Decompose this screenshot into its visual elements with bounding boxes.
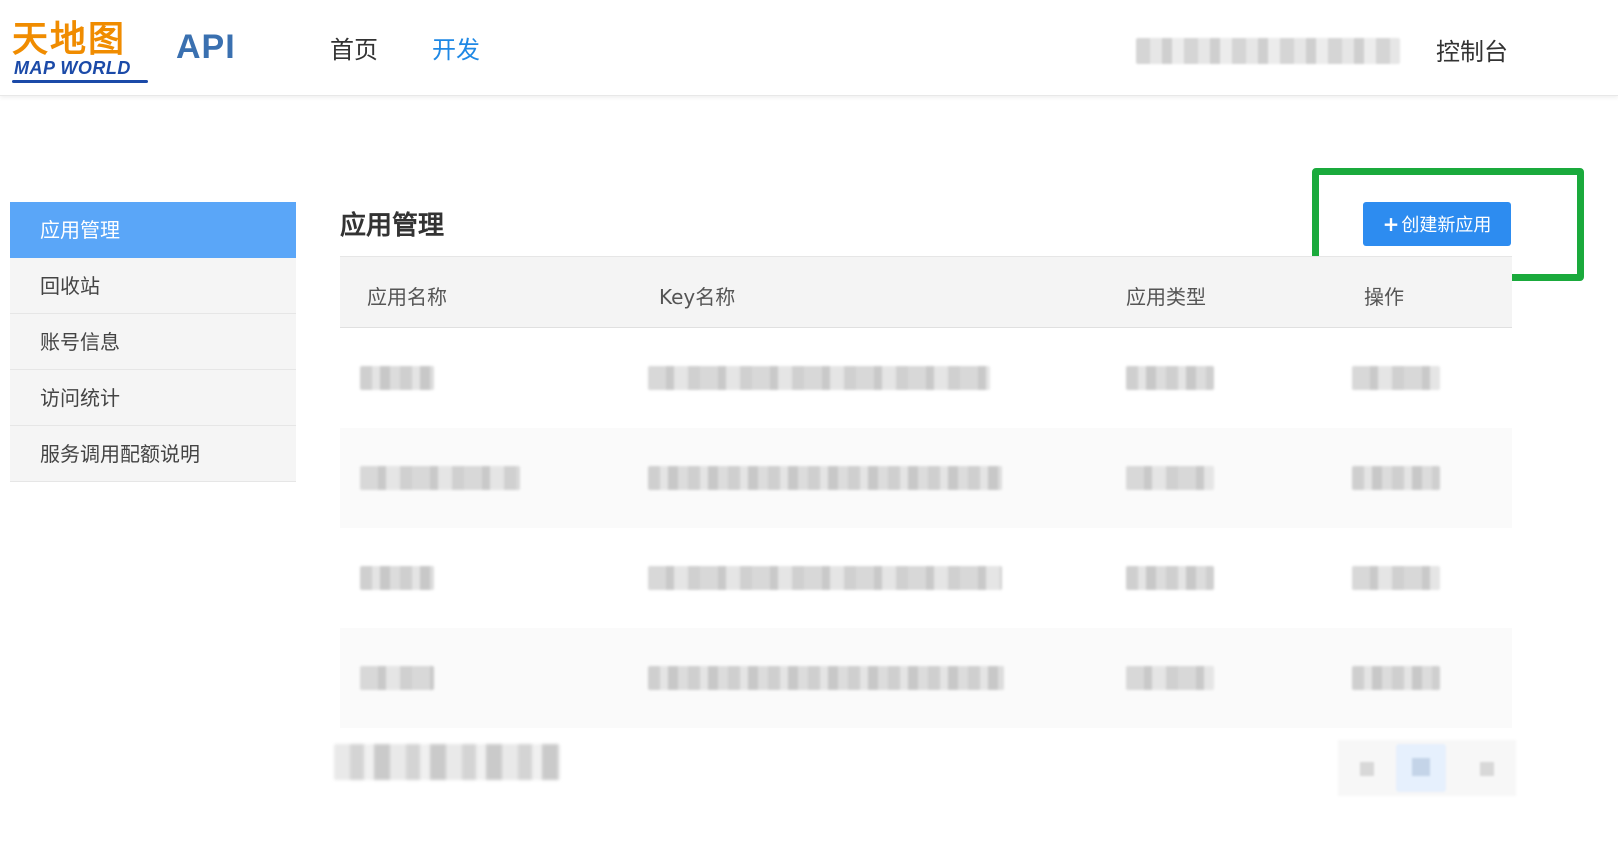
pagination-controls — [1338, 740, 1516, 796]
plus-icon: + — [1382, 212, 1400, 236]
logo-swoosh — [12, 80, 148, 83]
logo-chinese-text: 天地图 — [12, 18, 127, 60]
actions-redacted[interactable] — [1352, 666, 1440, 690]
actions-redacted[interactable] — [1352, 466, 1440, 490]
table-row — [340, 528, 1512, 628]
app-type-redacted — [1126, 466, 1214, 490]
actions-redacted[interactable] — [1352, 366, 1440, 390]
nav-console[interactable]: 控制台 — [1436, 32, 1508, 67]
app-name-redacted — [360, 466, 520, 490]
sidebar: 应用管理 回收站 账号信息 访问统计 服务调用配额说明 — [10, 202, 296, 482]
app-name-redacted — [360, 666, 434, 690]
table-row — [340, 428, 1512, 528]
key-redacted — [648, 466, 1002, 490]
column-header-app-name: 应用名称 — [367, 285, 447, 309]
nav-home[interactable]: 首页 — [330, 30, 378, 65]
logo-english-text: MAP WORLD — [14, 58, 131, 78]
sidebar-item-quota-info[interactable]: 服务调用配额说明 — [10, 426, 296, 482]
nav-develop[interactable]: 开发 — [432, 30, 480, 65]
app-type-redacted — [1126, 666, 1214, 690]
key-redacted — [648, 366, 990, 390]
top-header: 天地图 MAP WORLD API 首页 开发 控制台 — [0, 0, 1618, 96]
user-account-redacted[interactable] — [1136, 38, 1400, 64]
page-title: 应用管理 — [340, 211, 445, 241]
column-header-app-type: 应用类型 — [1126, 285, 1206, 309]
table-header: 应用名称 Key名称 应用类型 操作 — [340, 256, 1512, 328]
column-header-actions: 操作 — [1364, 285, 1404, 309]
app-name-redacted — [360, 566, 434, 590]
actions-redacted[interactable] — [1352, 566, 1440, 590]
table-row — [340, 328, 1512, 428]
column-header-key-name: Key名称 — [659, 285, 736, 309]
create-app-button-label: 创建新应用 — [1401, 215, 1492, 236]
table-row — [340, 628, 1512, 728]
app-name-redacted — [360, 366, 434, 390]
sidebar-item-recycle-bin[interactable]: 回收站 — [10, 258, 296, 314]
sidebar-item-account-info[interactable]: 账号信息 — [10, 314, 296, 370]
key-redacted — [648, 566, 1002, 590]
next-page-icon[interactable] — [1480, 762, 1494, 776]
prev-page-icon[interactable] — [1360, 762, 1374, 776]
app-type-redacted — [1126, 366, 1214, 390]
key-redacted — [648, 666, 1004, 690]
sidebar-item-app-management[interactable]: 应用管理 — [10, 202, 296, 258]
app-table: 应用名称 Key名称 应用类型 操作 — [340, 256, 1512, 728]
table-body — [340, 328, 1512, 728]
sidebar-item-access-stats[interactable]: 访问统计 — [10, 370, 296, 426]
api-label: API — [176, 28, 236, 66]
app-type-redacted — [1126, 566, 1214, 590]
mapworld-logo[interactable]: 天地图 MAP WORLD — [12, 10, 152, 86]
current-page-button[interactable] — [1396, 744, 1446, 792]
pagination-summary-redacted — [334, 744, 560, 780]
create-app-button[interactable]: + 创建新应用 — [1363, 202, 1511, 246]
